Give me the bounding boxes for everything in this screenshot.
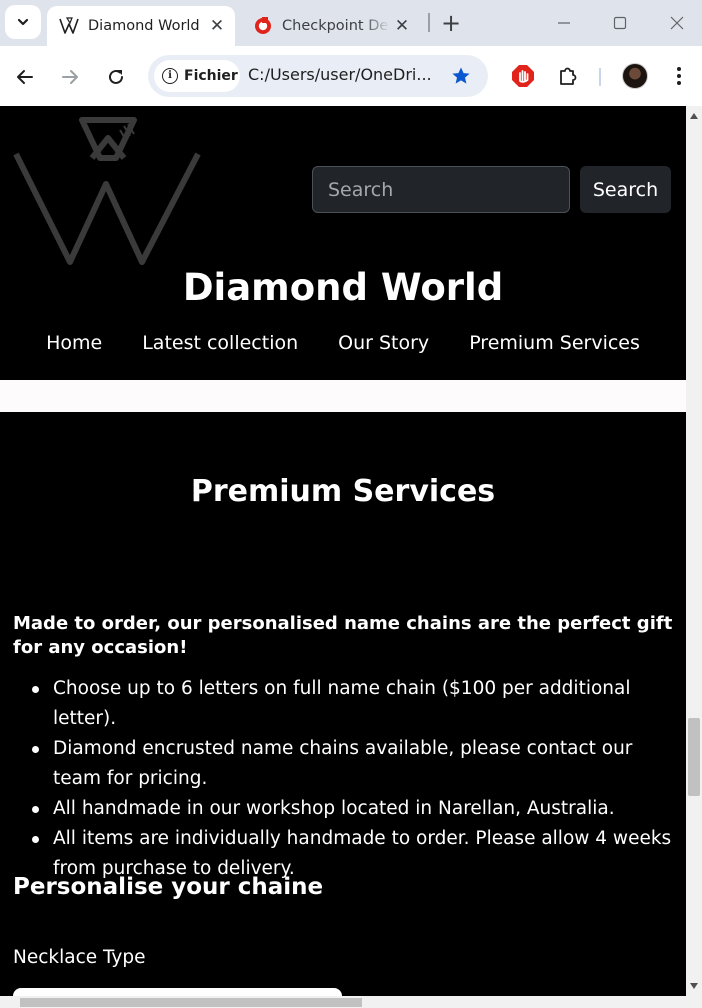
diamond-world-logo-icon	[58, 15, 80, 37]
close-tab-icon[interactable]: ✕	[390, 14, 414, 38]
personalise-heading: Personalise your chaine	[13, 874, 324, 900]
extensions-button[interactable]	[553, 61, 583, 91]
minimize-icon	[558, 22, 570, 24]
intro-text: Made to order, our personalised name cha…	[13, 613, 673, 658]
search-input[interactable]	[312, 166, 570, 213]
horizontal-scrollbar-thumb[interactable]	[20, 998, 362, 1007]
necklace-type-select[interactable]	[13, 988, 342, 996]
site-header: Search Diamond World Home Latest collect…	[0, 106, 686, 380]
browser-menu-button[interactable]	[664, 61, 694, 91]
plus-icon: +	[440, 9, 462, 37]
header-divider-band	[0, 380, 686, 412]
forward-arrow-icon	[62, 70, 78, 84]
new-tab-button[interactable]: +	[436, 8, 466, 38]
chevron-down-icon	[17, 18, 29, 26]
nav-link-latest-collection[interactable]: Latest collection	[122, 332, 318, 354]
scroll-up-arrow-icon[interactable]	[686, 108, 702, 124]
close-icon	[670, 16, 684, 30]
nav-link-home[interactable]: Home	[26, 332, 122, 354]
site-info-chip[interactable]: i Fichier	[154, 60, 240, 92]
checkpoint-icon	[252, 15, 274, 37]
tab-divider	[428, 13, 430, 32]
site-info-label: Fichier	[184, 68, 238, 84]
search-button[interactable]: Search	[580, 166, 671, 213]
necklace-type-label: Necklace Type	[13, 947, 146, 968]
close-tab-icon[interactable]: ✕	[205, 14, 229, 38]
star-icon	[452, 67, 470, 84]
section-title: Premium Services	[190, 474, 496, 509]
tab-checkpoint[interactable]: Checkpoint Det ✕	[240, 6, 420, 46]
browser-toolbar: i Fichier C:/Users/user/OneDri...	[0, 46, 702, 106]
main-nav: Home Latest collection Our Story Premium…	[0, 332, 686, 354]
page-viewport: Search Diamond World Home Latest collect…	[0, 106, 686, 996]
stop-hand-icon	[512, 65, 534, 87]
close-window-button[interactable]	[662, 8, 692, 38]
maximize-icon	[613, 16, 627, 30]
scroll-down-arrow-icon[interactable]	[686, 978, 702, 994]
back-arrow-icon	[17, 70, 33, 84]
forward-button[interactable]	[54, 61, 86, 93]
list-item: Choose up to 6 letters on full name chai…	[32, 674, 678, 734]
back-button[interactable]	[9, 61, 41, 93]
bookmark-star-button[interactable]	[446, 61, 476, 91]
address-bar[interactable]: i Fichier C:/Users/user/OneDri...	[148, 55, 488, 97]
nav-link-our-story[interactable]: Our Story	[318, 332, 449, 354]
nav-link-premium-services[interactable]: Premium Services	[449, 332, 660, 354]
more-vertical-icon	[677, 67, 681, 85]
adblock-extension-button[interactable]	[508, 61, 538, 91]
url-text[interactable]: C:/Users/user/OneDri...	[248, 65, 432, 84]
puzzle-icon	[560, 67, 577, 85]
reload-button[interactable]	[100, 61, 132, 93]
site-title: Diamond World	[182, 266, 504, 309]
maximize-button[interactable]	[605, 8, 635, 38]
features-list: Choose up to 6 letters on full name chai…	[32, 674, 678, 884]
tab-diamond-world[interactable]: Diamond World ✕	[47, 6, 235, 46]
info-icon: i	[162, 68, 178, 84]
scrollbar-thumb[interactable]	[688, 718, 700, 796]
list-item: Diamond encrusted name chains available,…	[32, 734, 678, 794]
profile-avatar[interactable]	[622, 63, 648, 89]
diamond-world-logo-icon	[13, 117, 201, 265]
tab-strip: Diamond World ✕ Checkpoint Det ✕ +	[0, 0, 702, 46]
toolbar-divider	[599, 68, 601, 86]
tab-search-menu-button[interactable]	[5, 5, 41, 39]
tab-title: Diamond World	[88, 18, 200, 34]
list-item: All handmade in our workshop located in …	[32, 794, 678, 824]
reload-icon	[109, 69, 123, 84]
vertical-scrollbar[interactable]	[686, 106, 702, 996]
horizontal-scrollbar[interactable]	[0, 996, 702, 1008]
tab-title: Checkpoint Det	[282, 18, 390, 34]
minimize-button[interactable]	[549, 8, 579, 38]
